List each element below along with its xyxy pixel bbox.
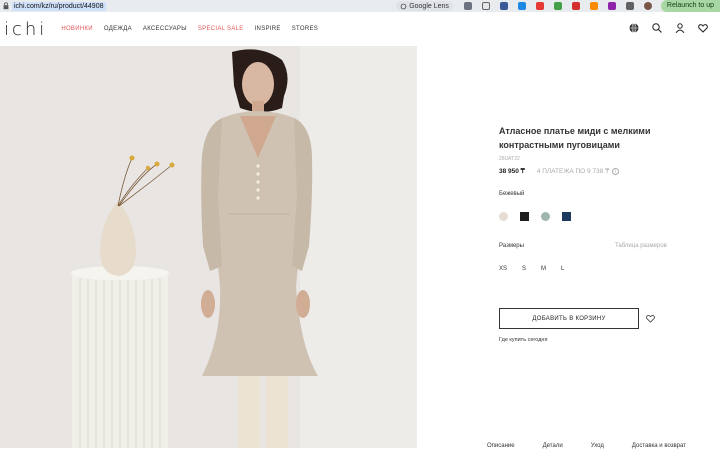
tab-delivery[interactable]: Доставка и возврат [632, 443, 686, 449]
heart-icon[interactable] [646, 314, 655, 323]
installments-text: 4 ПЛАТЕЖА ПО 9 738 ₸ [536, 168, 610, 175]
bookmark-star-icon[interactable] [481, 2, 490, 10]
relaunch-button[interactable]: Relaunch to up [660, 0, 720, 12]
size-option-m[interactable]: M [541, 266, 546, 272]
product-image [0, 46, 417, 448]
tab-care[interactable]: Уход [591, 443, 604, 449]
nav-item-sale[interactable]: SPECIAL SALE [198, 26, 244, 32]
user-icon[interactable] [675, 23, 685, 33]
globe-icon[interactable] [629, 23, 639, 33]
extension-icon[interactable] [517, 2, 526, 10]
color-swatch-sage[interactable] [541, 212, 550, 221]
color-swatch-navy[interactable] [562, 212, 571, 221]
product-photo[interactable] [0, 46, 417, 448]
search-icon[interactable] [652, 23, 662, 33]
wishlist-icon[interactable] [698, 23, 708, 33]
extension-icon[interactable] [589, 2, 598, 10]
nav-item-clothing[interactable]: ОДЕЖДА [104, 26, 132, 32]
extension-icon[interactable] [625, 2, 634, 10]
add-to-cart-button[interactable]: ДОБАВИТЬ В КОРЗИНУ [499, 308, 639, 329]
nav-item-accessories[interactable]: АКСЕССУАРЫ [143, 26, 187, 32]
extension-icon[interactable] [571, 2, 580, 10]
google-lens-button[interactable]: Google Lens [396, 1, 453, 11]
size-option-s[interactable]: S [522, 266, 526, 272]
site-logo[interactable]: ichi [4, 19, 47, 40]
size-options: XS S M L [499, 266, 564, 272]
tab-description[interactable]: Описание [487, 443, 515, 449]
extension-icon[interactable] [607, 2, 616, 10]
where-to-buy-link[interactable]: Где купить сегодня [499, 337, 547, 343]
product-tabs: Описание Детали Уход Доставка и возврат [487, 443, 686, 449]
extension-icon[interactable] [535, 2, 544, 10]
main-nav: НОВИНКИ ОДЕЖДА АКСЕССУАРЫ SPECIAL SALE I… [61, 26, 318, 32]
product-article: 26UAT22 [499, 156, 520, 162]
product-price: 38 950 ₸ [499, 168, 525, 175]
tab-details[interactable]: Детали [543, 443, 563, 449]
nav-item-stores[interactable]: STORES [292, 26, 318, 32]
extension-icon[interactable] [499, 2, 508, 10]
price-row: 38 950 ₸ 4 ПЛАТЕЖА ПО 9 738 ₸ i [499, 167, 620, 175]
info-icon[interactable]: i [612, 167, 620, 175]
extension-icon[interactable] [463, 2, 472, 10]
sizes-label: Размеры [499, 243, 524, 249]
lens-icon [400, 3, 407, 9]
profile-avatar[interactable] [643, 2, 652, 10]
extension-icon[interactable] [553, 2, 562, 10]
site-info-icon[interactable] [2, 2, 10, 10]
address-bar[interactable]: ichi.com/kz/ru/product/44908 [12, 1, 106, 11]
color-swatches [499, 212, 571, 221]
size-option-l[interactable]: L [561, 266, 564, 272]
size-chart-link[interactable]: Таблица размеров [615, 243, 667, 249]
browser-toolbar: ichi.com/kz/ru/product/44908 Google Lens… [0, 0, 720, 12]
selected-color-name: Бежевый [499, 191, 525, 197]
lens-label: Google Lens [409, 2, 449, 10]
nav-item-inspire[interactable]: INSPIRE [255, 26, 281, 32]
installments-link[interactable]: 4 ПЛАТЕЖА ПО 9 738 ₸ i [536, 167, 620, 175]
color-swatch-beige[interactable] [499, 212, 508, 221]
site-header: ichi НОВИНКИ ОДЕЖДА АКСЕССУАРЫ SPECIAL S… [0, 12, 720, 46]
color-swatch-black[interactable] [520, 212, 529, 221]
product-title: Атласное платье миди с мелкими контрастн… [499, 126, 651, 150]
size-option-xs[interactable]: XS [499, 266, 507, 272]
nav-item-new[interactable]: НОВИНКИ [61, 26, 93, 32]
